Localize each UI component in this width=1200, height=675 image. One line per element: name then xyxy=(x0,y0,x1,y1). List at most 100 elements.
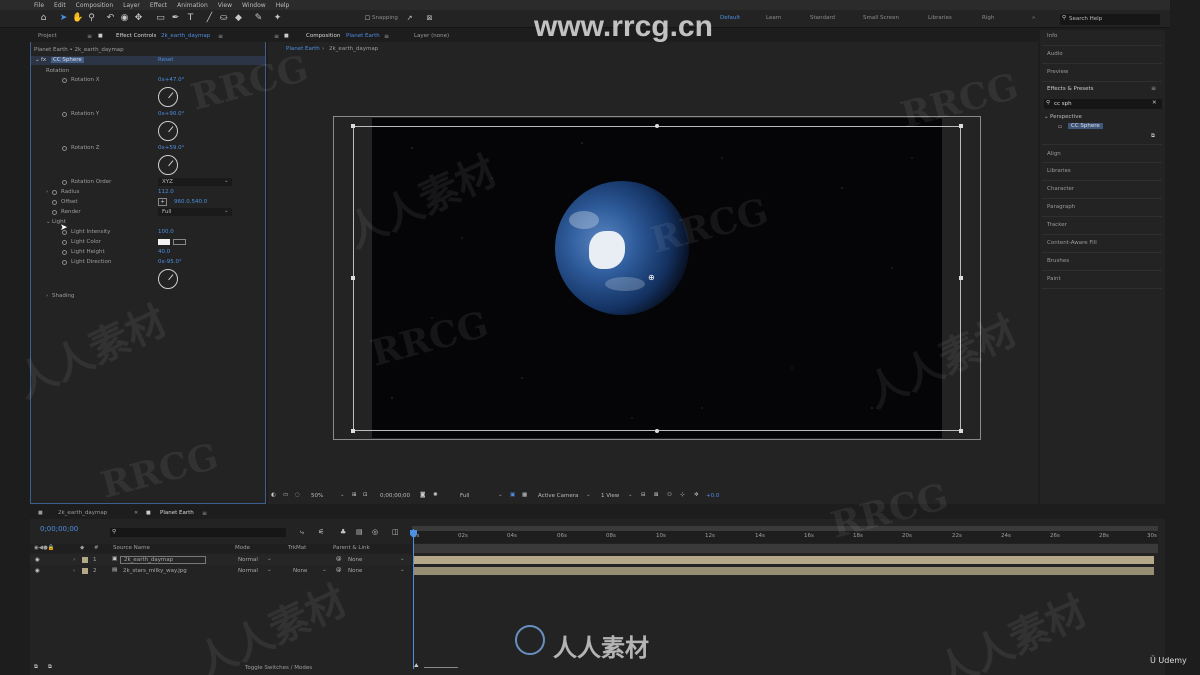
menu-composition[interactable]: Composition xyxy=(76,2,113,9)
rotation-group-label[interactable]: Rotation xyxy=(46,68,69,74)
tab-layer[interactable]: Layer (none) xyxy=(414,33,449,39)
rotate-tool-icon[interactable]: ↶ xyxy=(105,13,116,24)
light-intensity-value[interactable]: 100.0 xyxy=(158,229,174,235)
light-direction-dial[interactable] xyxy=(158,269,178,289)
chevron-down-icon[interactable]: ⌄ xyxy=(267,556,272,562)
crosshair-icon[interactable]: + xyxy=(158,198,167,206)
expand-arrow-icon[interactable]: › xyxy=(73,568,75,574)
visibility-eye-icon[interactable]: ◉ xyxy=(35,557,40,563)
panel-content-aware-fill[interactable]: Content-Aware Fill xyxy=(1047,240,1097,246)
motion-blur-icon[interactable]: ◎ xyxy=(372,528,378,536)
layer-2-mode[interactable]: Normal xyxy=(238,568,258,574)
chevron-down-icon[interactable]: ⌄ xyxy=(586,492,591,498)
col-trkmat[interactable]: TrkMat xyxy=(288,545,306,551)
transform-handle[interactable] xyxy=(351,124,355,128)
workspace-standard[interactable]: Standard xyxy=(810,15,835,21)
timeline-search-field[interactable]: ⚲ xyxy=(110,528,286,537)
rotation-z-value[interactable]: 0x+59.0° xyxy=(158,145,184,151)
collapse-arrow-icon[interactable]: ⌄ xyxy=(1044,114,1049,120)
effects-search-field[interactable]: ⚲ cc sph ✕ xyxy=(1044,99,1162,109)
rotation-x-dial[interactable] xyxy=(158,87,178,107)
puppet-pin-tool-icon[interactable]: ✦ xyxy=(272,13,283,24)
panel-audio[interactable]: Audio xyxy=(1047,51,1063,57)
shy-icon[interactable]: ♣ xyxy=(340,528,346,536)
layer-2-parent[interactable]: None xyxy=(348,568,362,574)
label-color-chip[interactable] xyxy=(82,568,88,574)
radius-value[interactable]: 112.0 xyxy=(158,189,174,195)
menu-edit[interactable]: Edit xyxy=(54,2,66,9)
panel-menu-icon[interactable]: ≡ xyxy=(1151,85,1156,92)
toggle-switches-modes[interactable]: Toggle Switches / Modes xyxy=(245,665,312,671)
exposure-value[interactable]: +0.0 xyxy=(706,493,719,499)
panel-preview[interactable]: Preview xyxy=(1047,69,1068,75)
transparency-grid-icon[interactable]: ▦ xyxy=(522,492,527,498)
stopwatch-icon[interactable] xyxy=(62,78,67,83)
rotation-z-dial[interactable] xyxy=(158,155,178,175)
collapse-arrow-icon[interactable]: ⌄ xyxy=(46,219,51,225)
views-value[interactable]: 1 View xyxy=(601,493,619,499)
transform-handle[interactable] xyxy=(655,124,659,128)
light-direction-value[interactable]: 0x-95.0° xyxy=(158,259,182,265)
rectangle-tool-icon[interactable]: ▭ xyxy=(155,13,166,24)
reset-link[interactable]: Reset xyxy=(158,57,173,63)
light-height-value[interactable]: 40.0 xyxy=(158,249,170,255)
timeline-zoom-slider[interactable] xyxy=(424,667,458,668)
menu-animation[interactable]: Animation xyxy=(177,2,208,9)
layer-bounding-box[interactable] xyxy=(353,126,961,431)
snap-icon[interactable]: ↗ xyxy=(404,13,415,24)
offset-value[interactable]: 960.0,540.0 xyxy=(174,199,207,205)
hand-tool-icon[interactable]: ✋ xyxy=(72,13,83,24)
draft-3d-icon[interactable]: ⚟ xyxy=(318,528,324,536)
zoom-tool-icon[interactable]: ⚲ xyxy=(86,13,97,24)
stopwatch-icon[interactable] xyxy=(62,260,67,265)
panel-align[interactable]: Align xyxy=(1047,151,1061,157)
layer-1-parent[interactable]: None xyxy=(348,557,362,563)
stopwatch-icon[interactable] xyxy=(62,250,67,255)
chevron-down-icon[interactable]: ⌄ xyxy=(498,492,503,498)
camera-value[interactable]: Active Camera xyxy=(538,493,578,499)
zoom-out-icon[interactable]: ⛰ xyxy=(414,663,419,670)
col-parent-link[interactable]: Parent & Link xyxy=(333,545,370,551)
panel-info[interactable]: Info xyxy=(1047,33,1057,39)
expand-arrow-icon[interactable]: › xyxy=(73,557,75,563)
transform-handle[interactable] xyxy=(959,429,963,433)
stopwatch-icon[interactable] xyxy=(62,230,67,235)
resolution-value[interactable]: Full xyxy=(460,493,469,499)
effect-result-cc-sphere[interactable]: CC Sphere xyxy=(1068,123,1103,129)
panel-menu-icon[interactable]: ≡ xyxy=(87,33,92,40)
timeline-icon[interactable]: ⚇ xyxy=(667,492,672,498)
viewer-timecode[interactable]: 0;00;00;00 xyxy=(380,493,410,499)
tab-effect-layer[interactable]: 2k_earth_daymap xyxy=(161,33,210,39)
grid-icon[interactable]: ⊞ xyxy=(352,492,357,498)
mask-icon[interactable]: ◌ xyxy=(295,492,300,498)
chevron-down-icon[interactable]: ⌄ xyxy=(322,567,327,573)
panel-menu-icon[interactable]: ≡ xyxy=(274,33,279,40)
region-icon[interactable]: ▣ xyxy=(510,492,515,498)
menu-view[interactable]: View xyxy=(218,2,232,9)
layer-2-trkmat[interactable]: None xyxy=(293,568,307,574)
pan-behind-tool-icon[interactable]: ✥ xyxy=(133,13,144,24)
search-help-field[interactable]: ⚲ Search Help xyxy=(1060,14,1160,25)
time-ruler[interactable] xyxy=(412,531,1158,543)
panel-paint[interactable]: Paint xyxy=(1047,276,1061,282)
panel-tracker[interactable]: Tracker xyxy=(1047,222,1067,228)
rotation-y-value[interactable]: 0x+90.0° xyxy=(158,111,184,117)
flowchart-icon[interactable]: ⊹ xyxy=(680,492,685,498)
always-preview-icon[interactable]: ◐ xyxy=(271,492,276,498)
close-tab-icon[interactable]: ✕ xyxy=(134,510,138,516)
light-color-swatch[interactable] xyxy=(158,239,170,245)
workspace-learn[interactable]: Learn xyxy=(766,15,781,21)
transform-handle[interactable] xyxy=(351,276,355,280)
pen-tool-icon[interactable]: ✒ xyxy=(170,13,181,24)
roto-brush-tool-icon[interactable]: ✎ xyxy=(253,13,264,24)
layer-2-duration-bar[interactable] xyxy=(414,567,1154,575)
lock-icon[interactable]: ■ xyxy=(98,33,103,39)
panel-libraries[interactable]: Libraries xyxy=(1047,168,1071,174)
in-out-icon[interactable]: ⧉ xyxy=(48,664,52,671)
expand-arrow-icon[interactable]: › xyxy=(46,189,48,195)
fx-icon[interactable]: fx xyxy=(41,57,46,63)
stopwatch-icon[interactable] xyxy=(62,240,67,245)
eyedropper-icon[interactable] xyxy=(173,239,186,245)
show-channel-icon[interactable]: ✺ xyxy=(433,492,438,498)
label-color-chip[interactable] xyxy=(82,557,88,563)
